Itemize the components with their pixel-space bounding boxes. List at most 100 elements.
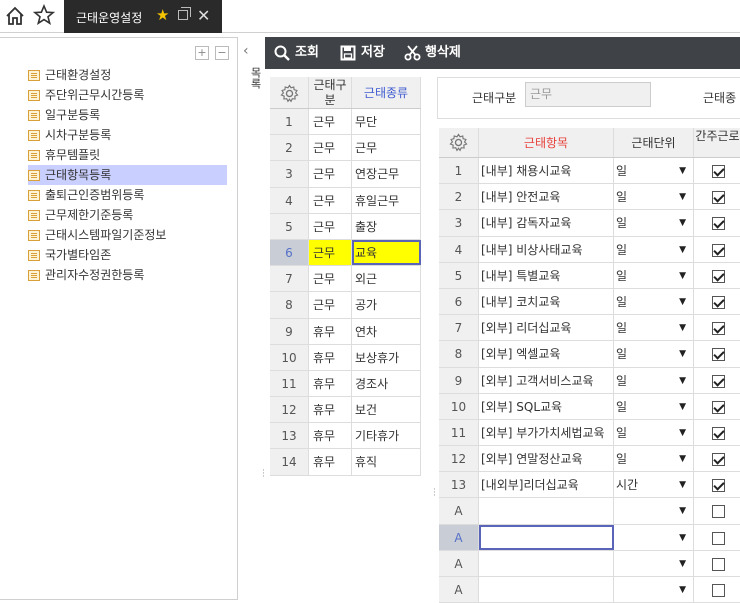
unit-select[interactable]: 일 ▼: [614, 288, 694, 315]
chevron-down-icon[interactable]: ▼: [679, 158, 686, 183]
table-row[interactable]: 12 휴무 보건: [270, 397, 421, 424]
chevron-down-icon[interactable]: ▼: [679, 289, 686, 314]
splitter-handle[interactable]: · · ·: [424, 69, 436, 600]
deemed-checkbox[interactable]: [712, 400, 725, 414]
table-row[interactable]: A ▼: [439, 498, 740, 525]
deemed-checkbox[interactable]: [712, 295, 725, 309]
division-cell[interactable]: 휴무: [309, 370, 352, 397]
item-cell[interactable]: [479, 498, 614, 524]
chevron-left-icon[interactable]: ‹: [243, 43, 249, 59]
kind-cell[interactable]: 공가: [352, 292, 421, 318]
table-row[interactable]: 12 [외부] 연말정산교육 일 ▼: [439, 446, 740, 473]
table-row[interactable]: 8 [외부] 엑셀교육 일 ▼: [439, 341, 740, 368]
tree-item[interactable]: 일구분등록: [28, 105, 227, 125]
table-row[interactable]: 4 [내부] 비상사태교육 일 ▼: [439, 236, 740, 263]
unit-select[interactable]: 일 ▼: [614, 236, 694, 262]
close-icon[interactable]: ✕: [197, 6, 210, 25]
panel-collapse-strip[interactable]: ‹ 목록: [238, 37, 265, 600]
table-row[interactable]: 14 휴무 휴직: [270, 449, 421, 476]
deemed-checkbox[interactable]: [712, 165, 725, 178]
table-row[interactable]: 13 휴무 기타휴가: [270, 423, 421, 450]
kind-cell[interactable]: 휴일근무: [352, 187, 421, 213]
chevron-down-icon[interactable]: ▼: [679, 394, 686, 419]
chevron-down-icon[interactable]: ▼: [679, 420, 686, 445]
division-cell[interactable]: 근무: [309, 109, 352, 135]
splitter-handle[interactable]: · · ·: [262, 467, 265, 482]
deemed-checkbox[interactable]: [712, 374, 725, 388]
item-cell[interactable]: [479, 577, 614, 603]
deemed-checkbox[interactable]: [712, 453, 725, 467]
division-cell[interactable]: 근무: [309, 187, 352, 213]
unit-select[interactable]: 일 ▼: [614, 446, 694, 472]
unit-select[interactable]: 일 ▼: [614, 184, 694, 210]
division-cell[interactable]: 휴무: [309, 397, 352, 423]
unit-select[interactable]: 일 ▼: [614, 341, 694, 367]
kind-cell[interactable]: 무단: [352, 109, 421, 135]
table-row[interactable]: 10 휴무 보상휴가: [270, 344, 421, 371]
tree-item[interactable]: 관리자수정권한등록: [28, 265, 227, 285]
chevron-down-icon[interactable]: ▼: [679, 184, 686, 209]
table-row[interactable]: 5 근무 출장: [270, 213, 421, 240]
unit-select[interactable]: 일 ▼: [614, 158, 694, 184]
kind-cell[interactable]: 기타휴가: [352, 423, 421, 449]
kind-cell[interactable]: 근무: [352, 135, 421, 161]
chevron-down-icon[interactable]: ▼: [679, 472, 686, 497]
deemed-checkbox[interactable]: [712, 191, 725, 205]
kind-cell[interactable]: 연차: [352, 318, 421, 344]
division-cell[interactable]: 근무: [309, 266, 352, 292]
tab-attendance-settings[interactable]: 근태운영설정 ★ ✕: [64, 0, 222, 33]
table-row[interactable]: 7 [외부] 리더십교육 일 ▼: [439, 315, 740, 342]
item-cell[interactable]: [내부] 감독자교육: [479, 210, 614, 236]
save-button[interactable]: 저장: [340, 37, 385, 69]
deemed-checkbox[interactable]: [712, 584, 725, 597]
chevron-down-icon[interactable]: ▼: [679, 525, 686, 550]
item-cell[interactable]: [내부] 비상사태교육: [479, 236, 614, 262]
deemed-checkbox[interactable]: [712, 322, 725, 336]
unit-select[interactable]: ▼: [614, 498, 694, 524]
deemed-checkbox[interactable]: [712, 348, 725, 362]
kind-cell[interactable]: 연장근무: [352, 161, 421, 187]
item-cell[interactable]: [내부] 채용시교육: [479, 158, 614, 184]
item-cell[interactable]: [내외부]리더십교육: [479, 472, 614, 498]
header-unit[interactable]: 근태단위: [614, 128, 694, 157]
division-field[interactable]: 근무: [525, 82, 651, 107]
item-cell[interactable]: [내부] 안전교육: [479, 184, 614, 210]
kind-cell[interactable]: 교육: [352, 239, 421, 266]
chevron-down-icon[interactable]: ▼: [679, 446, 686, 471]
unit-select[interactable]: 시간 ▼: [614, 472, 694, 498]
table-row[interactable]: 3 [내부] 감독자교육 일 ▼: [439, 210, 740, 237]
item-cell[interactable]: [외부] 엑셀교육: [479, 341, 614, 367]
item-cell[interactable]: [외부] 연말정산교육: [479, 446, 614, 472]
tree-item[interactable]: 근태항목등록: [28, 165, 227, 185]
table-row[interactable]: 9 [외부] 고객서비스교육 일 ▼: [439, 367, 740, 394]
table-row[interactable]: 9 휴무 연차: [270, 318, 421, 345]
delete-row-button[interactable]: 행삭제: [404, 37, 461, 69]
item-cell[interactable]: [479, 550, 614, 576]
table-row[interactable]: 2 [내부] 안전교육 일 ▼: [439, 184, 740, 211]
table-row[interactable]: 13 [내외부]리더십교육 시간 ▼: [439, 472, 740, 499]
table-row[interactable]: 7 근무 외근: [270, 266, 421, 293]
item-cell[interactable]: [내부] 특별교육: [479, 262, 614, 288]
item-cell[interactable]: [479, 524, 614, 550]
expand-all-icon[interactable]: +: [195, 46, 209, 60]
tree-item[interactable]: 국가별타임존: [28, 245, 227, 265]
chevron-down-icon[interactable]: ▼: [679, 577, 686, 602]
division-cell[interactable]: 근무: [309, 292, 352, 318]
star-outline-icon[interactable]: [32, 3, 56, 26]
tree-item[interactable]: 시차구분등록: [28, 125, 227, 145]
item-cell[interactable]: [외부] 리더십교육: [479, 315, 614, 341]
chevron-down-icon[interactable]: ▼: [679, 263, 686, 288]
chevron-down-icon[interactable]: ▼: [679, 315, 686, 340]
search-button[interactable]: 조회: [274, 37, 319, 69]
list-toggle-label[interactable]: 목록: [247, 67, 263, 89]
kind-cell[interactable]: 보상휴가: [352, 344, 421, 370]
grid-settings-button[interactable]: [270, 77, 309, 108]
kind-cell[interactable]: 휴직: [352, 449, 421, 475]
chevron-down-icon[interactable]: ▼: [679, 341, 686, 366]
deemed-checkbox[interactable]: [712, 243, 725, 257]
tree-item[interactable]: 근무제한기준등록: [28, 205, 227, 225]
unit-select[interactable]: 일 ▼: [614, 367, 694, 393]
table-row[interactable]: 6 [내부] 코치교육 일 ▼: [439, 288, 740, 316]
division-cell[interactable]: 근무: [309, 239, 352, 266]
table-row[interactable]: 6 근무 교육: [270, 239, 421, 267]
